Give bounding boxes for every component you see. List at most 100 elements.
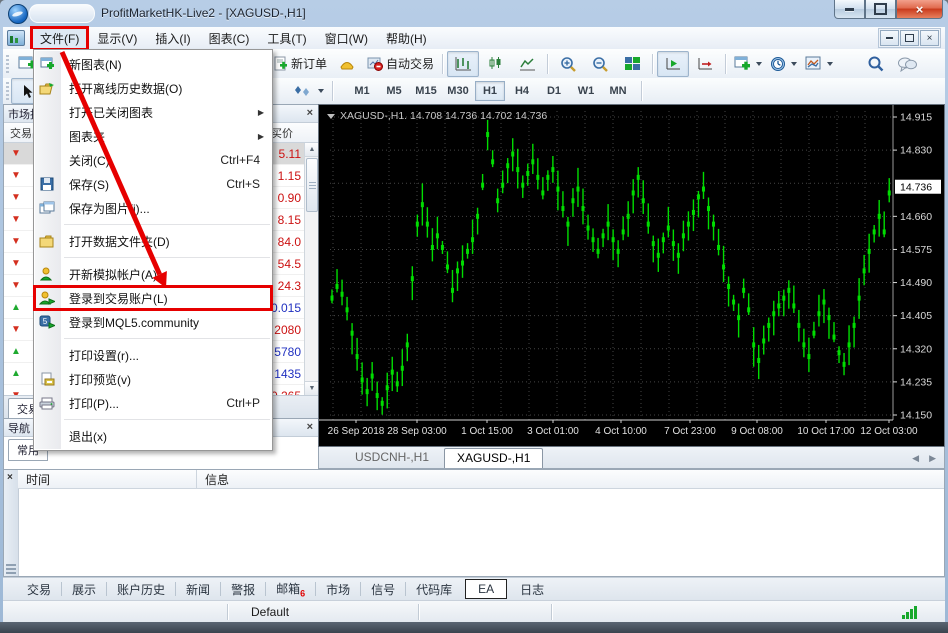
terminal-tab[interactable]: 邮箱6 [266,578,315,600]
menu-help[interactable]: 帮助(H) [377,27,436,50]
terminal-side-strip: × [4,470,19,576]
data-folder-icon [34,235,60,248]
price-up-icon: ▲ [4,302,28,313]
menu-view[interactable]: 显示(V) [88,27,146,50]
new-order-button[interactable]: 新订单 [269,51,331,77]
navigator-close-icon[interactable]: × [305,422,315,433]
scroll-up-icon[interactable]: ▲ [305,143,319,157]
svg-text:14.150: 14.150 [900,410,932,422]
svg-text:1 Oct 15:00: 1 Oct 15:00 [461,426,513,437]
terminal-tab[interactable]: 新闻 [176,579,220,600]
file-menu-item[interactable]: 打开已关闭图表▶ [34,100,272,124]
cursor-icon [21,84,34,99]
terminal-tab[interactable]: 展示 [62,579,106,600]
timeframe-w1[interactable]: W1 [571,81,601,101]
svg-text:14.235: 14.235 [900,376,932,388]
file-menu-item[interactable]: 打开数据文件夹(D) [34,229,272,253]
tab-scroll-right-icon[interactable]: ▶ [929,453,936,464]
file-menu-item[interactable]: 保存为图片(i)... [34,196,272,220]
svg-text:14.405: 14.405 [900,310,932,322]
bid-value: 5780 [274,345,301,359]
menu-insert[interactable]: 插入(I) [146,27,199,50]
menu-charts[interactable]: 图表(C) [200,27,259,50]
timeframe-m5[interactable]: M5 [379,81,409,101]
search-button[interactable] [859,51,891,77]
time-column-header[interactable]: 时间 [18,470,197,489]
period-dropdown[interactable] [766,51,801,77]
price-down-icon: ▼ [4,390,28,395]
timeframe-d1[interactable]: D1 [539,81,569,101]
terminal-tab[interactable]: 市场 [316,579,360,600]
scroll-down-icon[interactable]: ▼ [305,381,319,395]
terminal-tab[interactable]: 信号 [361,579,405,600]
timeframe-h4[interactable]: H4 [507,81,537,101]
terminal-tab[interactable]: 代码库 [406,579,462,600]
mdi-minimize-button[interactable] [880,30,899,46]
zoom-in-button[interactable] [552,51,584,77]
line-chart-button[interactable] [511,51,543,77]
file-menu-item[interactable]: 保存(S)Ctrl+S [34,172,272,196]
menu-separator [64,338,270,339]
new-chart-icon [34,57,60,71]
timeframe-h1[interactable]: H1 [475,81,505,101]
yellow-tool-button[interactable] [331,51,363,77]
tab-scroll-left-icon[interactable]: ◀ [912,453,919,464]
template-dropdown[interactable] [801,51,837,77]
candlestick-button[interactable] [479,51,511,77]
menu-tools[interactable]: 工具(T) [258,27,315,50]
terminal-tab[interactable]: 警报 [221,579,265,600]
minimize-icon [845,8,854,11]
mdi-restore-button[interactable] [900,30,919,46]
file-menu-items: 新图表(N)打开离线历史数据(O)打开已关闭图表▶图表夹▶关闭(C)Ctrl+F… [34,52,272,448]
chart-tab[interactable]: USDCNH-,H1 [342,447,442,468]
community-chat-button[interactable] [891,51,923,77]
menu-window[interactable]: 窗口(W) [316,27,377,50]
toolbar-grip[interactable] [6,55,9,73]
file-menu-item[interactable]: 打印设置(r)... [34,343,272,367]
file-menu-item[interactable]: 退出(x) [34,424,272,448]
file-menu-item[interactable]: 打印预览(v) [34,367,272,391]
scrollbar-thumb[interactable] [306,158,318,212]
menu-file[interactable]: 文件(F) [31,27,88,50]
restore-button[interactable] [865,0,896,19]
toolbar-grip[interactable] [6,82,9,100]
file-menu-item[interactable]: 打印(P)...Ctrl+P [34,391,272,415]
minimize-button[interactable] [834,0,865,19]
terminal-tab[interactable]: 交易 [17,579,61,600]
file-menu-item[interactable]: 5登录到MQL5.community [34,310,272,334]
tile-windows-button[interactable] [616,51,648,77]
zoom-out-button[interactable] [584,51,616,77]
autotrading-button[interactable]: 自动交易 [363,51,438,77]
message-column-header[interactable]: 信息 [197,470,944,489]
timeframe-m15[interactable]: M15 [411,81,441,101]
terminal-tab[interactable]: 账户历史 [107,579,175,600]
terminal-tab[interactable]: 日志 [510,579,554,600]
terminal-tab[interactable]: EA [465,579,507,599]
terminal-drag-handle-icon[interactable] [6,564,16,574]
market-watch-scrollbar[interactable]: ▲ ▼ [304,143,319,395]
file-menu-item[interactable]: 开新模拟帐户(A) [34,262,272,286]
timeframe-m1[interactable]: M1 [347,81,377,101]
market-watch-close-icon[interactable]: × [305,108,315,119]
auto-scroll-button[interactable] [657,51,689,77]
price-chart[interactable]: 14.91514.83014.66014.57514.49014.40514.3… [319,105,944,446]
timeframe-m30[interactable]: M30 [443,81,473,101]
indicators-add-dropdown[interactable] [730,51,766,77]
file-menu-item[interactable]: 关闭(C)Ctrl+F4 [34,148,272,172]
bid-column-header[interactable]: 买价 [271,125,293,141]
mdi-close-button[interactable]: × [920,30,939,46]
submenu-arrow-icon: ▶ [258,108,272,117]
file-menu-item[interactable]: 登录到交易账户(L) [34,286,272,310]
terminal-close-icon[interactable]: × [7,472,13,483]
close-button[interactable]: × [896,0,943,19]
file-menu-item[interactable]: 新图表(N) [34,52,272,76]
chart-shift-button[interactable] [689,51,721,77]
bar-chart-button[interactable] [447,51,479,77]
chart-tab[interactable]: XAGUSD-,H1 [444,448,543,468]
shapes-dropdown[interactable] [289,78,328,104]
profile-name[interactable]: Default [251,605,289,619]
file-menu-item[interactable]: 图表夹▶ [34,124,272,148]
file-menu-item[interactable]: 打开离线历史数据(O) [34,76,272,100]
bid-value: 1.15 [278,169,301,183]
timeframe-mn[interactable]: MN [603,81,633,101]
